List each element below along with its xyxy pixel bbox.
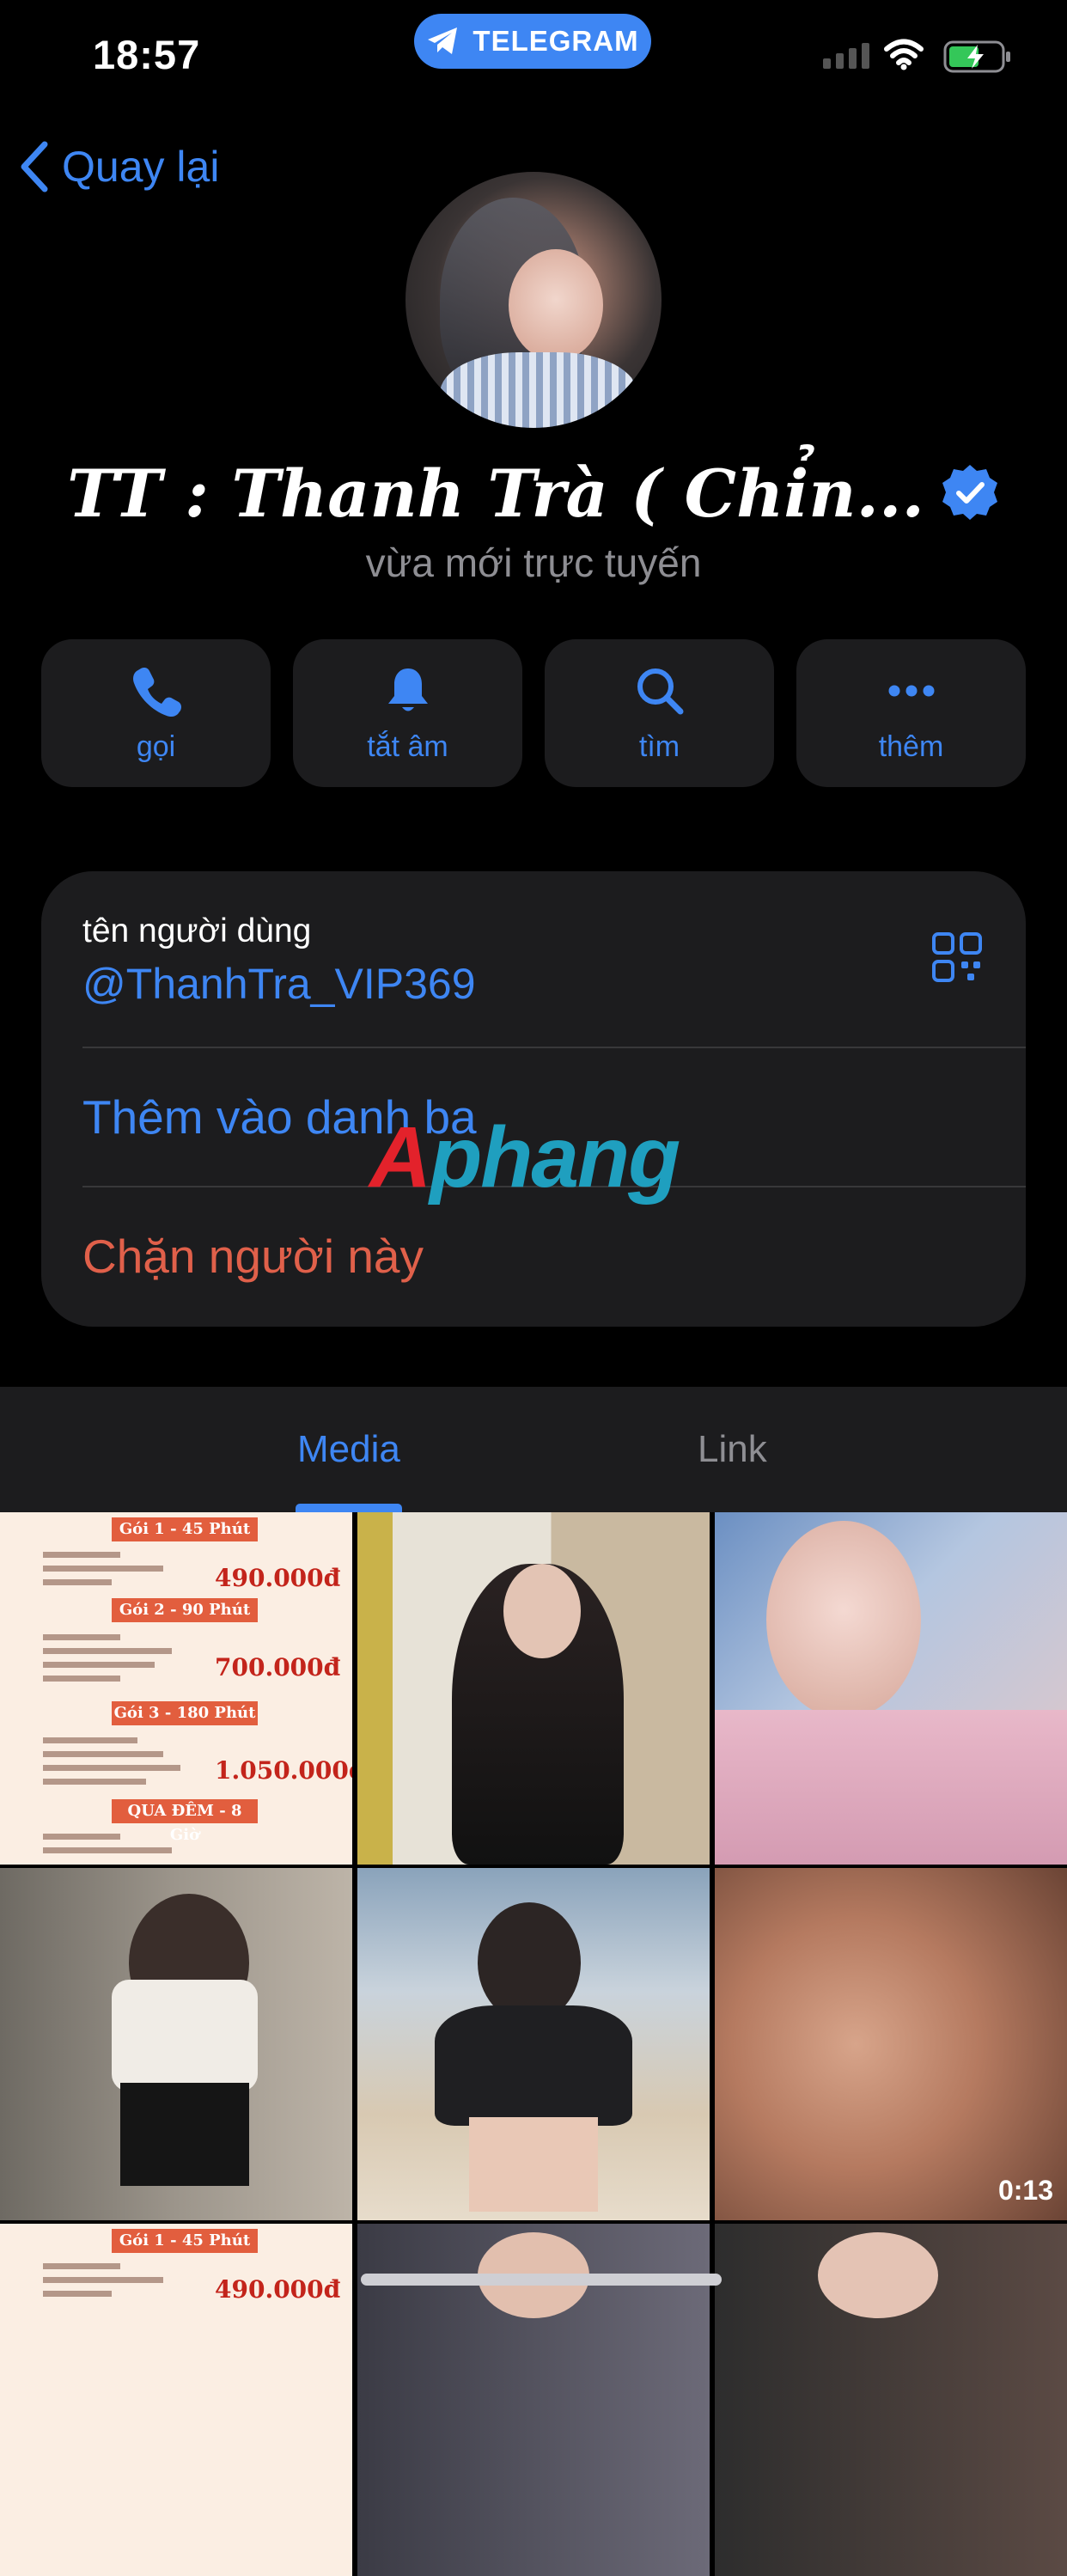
call-button-label: gọi xyxy=(136,729,176,763)
profile-info-card: tên người dùng @ThanhTra_VIP369 Thêm vào… xyxy=(41,871,1026,1327)
cellular-signal-icon xyxy=(823,43,869,69)
poster-band: Gói 1 - 45 Phút xyxy=(112,1517,258,1541)
media-item-photo[interactable] xyxy=(715,2224,1067,2576)
media-tabs: Media Link xyxy=(0,1387,1067,1512)
video-duration: 0:13 xyxy=(997,2175,1053,2206)
poster-price: 490.000đ xyxy=(215,2275,341,2304)
call-button[interactable]: gọi xyxy=(41,639,271,787)
profile-name-row: TT : Thanh Trà ( Chỉn... xyxy=(0,455,1067,538)
media-item-photo[interactable] xyxy=(0,1868,352,2220)
poster-price: 490.000đ xyxy=(215,1564,341,1592)
wifi-icon xyxy=(884,39,924,70)
media-item-price-poster[interactable]: Gói 1 - 45 Phút 490.000đ Gói 2 - 90 Phút… xyxy=(0,1512,352,1865)
media-item-photo[interactable] xyxy=(715,1512,1067,1865)
active-tab-indicator xyxy=(296,1504,402,1512)
media-item-video[interactable]: 0:13 xyxy=(715,1868,1067,2220)
verified-badge-icon xyxy=(940,461,1000,538)
profile-avatar[interactable] xyxy=(405,172,662,428)
divider xyxy=(82,1047,1026,1048)
media-grid: Gói 1 - 45 Phút 490.000đ Gói 2 - 90 Phút… xyxy=(0,1512,1067,2576)
poster-price: 1.050.000đ xyxy=(215,1756,352,1785)
poster-band: Gói 3 - 180 Phút xyxy=(112,1701,258,1725)
telegram-badge-label: TELEGRAM xyxy=(473,25,639,57)
watermark-part-b: phang xyxy=(430,1109,680,1206)
watermark-part-a: A xyxy=(369,1109,431,1206)
status-time: 18:57 xyxy=(93,32,201,77)
more-button-label: thêm xyxy=(878,729,944,763)
username-value[interactable]: @ThanhTra_VIP369 xyxy=(82,959,476,1009)
poster-band: QUA ĐÊM - 8 Giờ xyxy=(112,1799,258,1844)
telegram-icon xyxy=(428,27,458,54)
bell-icon xyxy=(387,668,428,711)
mute-button-label: tắt âm xyxy=(367,729,448,763)
watermark-logo: Aphang xyxy=(369,1108,680,1207)
profile-actions: gọi tắt âm tìm thêm xyxy=(41,639,1026,787)
qr-code-icon[interactable] xyxy=(931,931,983,983)
mute-button[interactable]: tắt âm xyxy=(293,639,522,787)
search-button-label: tìm xyxy=(638,729,680,763)
media-item-photo[interactable] xyxy=(357,1512,710,1865)
profile-name: TT : Thanh Trà ( Chỉn... xyxy=(67,455,924,532)
search-icon xyxy=(637,668,683,714)
battery-charging-icon xyxy=(943,40,1010,73)
back-button[interactable]: Quay lại xyxy=(17,139,219,194)
more-button[interactable]: thêm xyxy=(796,639,1026,787)
poster-band: Gói 1 - 45 Phút xyxy=(112,2229,258,2253)
more-icon xyxy=(888,685,934,696)
media-item-photo[interactable] xyxy=(357,1868,710,2220)
back-label: Quay lại xyxy=(62,143,220,191)
username-label: tên người dùng xyxy=(82,913,312,949)
search-button[interactable]: tìm xyxy=(545,639,774,787)
presence-status: vừa mới trực tuyến xyxy=(365,540,702,585)
poster-band: Gói 2 - 90 Phút xyxy=(112,1598,258,1622)
chevron-left-icon xyxy=(21,141,48,192)
phone-icon xyxy=(132,667,181,717)
tab-link[interactable]: Link xyxy=(698,1428,767,1471)
media-item-price-poster[interactable]: Gói 1 - 45 Phút 490.000đ xyxy=(0,2224,352,2576)
block-user-button[interactable]: Chặn người này xyxy=(82,1229,424,1284)
home-indicator xyxy=(361,2274,722,2286)
tab-media[interactable]: Media xyxy=(297,1428,400,1471)
poster-price: 700.000đ xyxy=(215,1653,341,1682)
telegram-badge[interactable]: TELEGRAM xyxy=(414,14,651,69)
